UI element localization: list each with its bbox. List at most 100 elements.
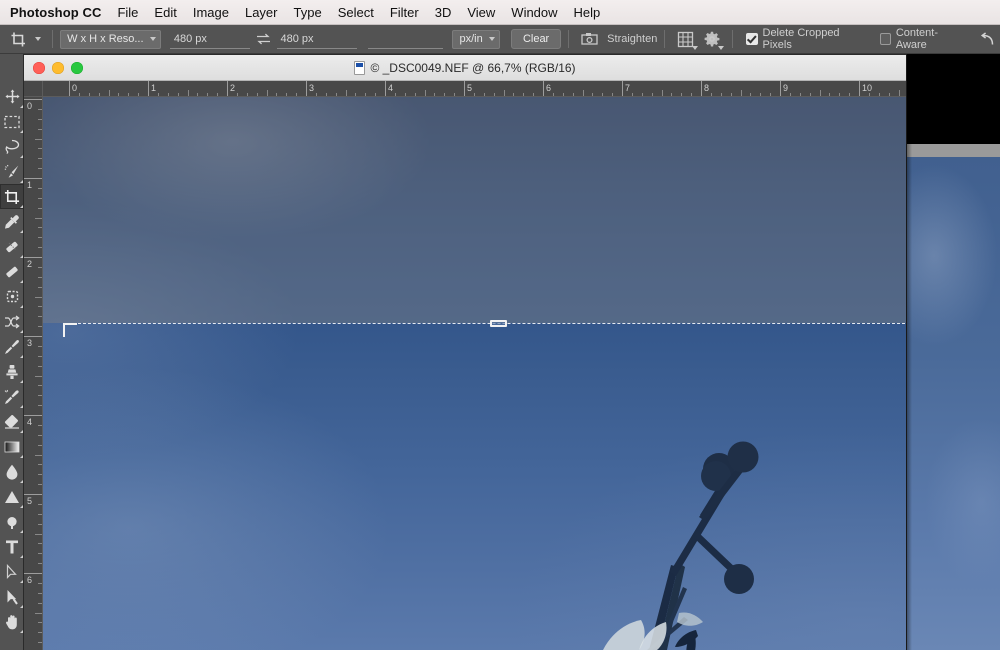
ruler-tick-label: 5 (27, 496, 33, 506)
gradient-tool[interactable] (0, 434, 24, 459)
menu-item-edit[interactable]: Edit (154, 5, 176, 20)
patch-tool[interactable] (0, 284, 24, 309)
quick-selection-tool[interactable] (0, 159, 24, 184)
menu-item-view[interactable]: View (467, 5, 495, 20)
tool-menu-triangle-icon (20, 280, 23, 283)
brush-tool[interactable] (0, 259, 24, 284)
crop-resolution-input[interactable] (368, 29, 444, 49)
ruler-tick-label: 2 (27, 259, 33, 269)
menu-item-help[interactable]: Help (574, 5, 601, 20)
crop-handle-top-center[interactable] (490, 320, 507, 327)
window-controls (33, 62, 83, 74)
menu-item-file[interactable]: File (117, 5, 138, 20)
crop-tool[interactable] (0, 184, 24, 209)
content-aware-checkbox[interactable]: Content-Aware (879, 27, 964, 51)
ruler-tick-label: 4 (27, 417, 33, 427)
shape-tool[interactable] (0, 584, 24, 609)
shuffle-tool[interactable] (0, 309, 24, 334)
ruler-tick-label: 3 (309, 83, 315, 93)
delete-cropped-pixels-checkbox[interactable]: Delete Cropped Pixels (746, 27, 864, 51)
eyedropper-tool[interactable] (0, 209, 24, 234)
divider (52, 30, 54, 48)
crop-preset-dropdown[interactable]: W x H x Reso... (60, 29, 161, 49)
tool-menu-triangle-icon (20, 155, 23, 158)
photoshop-window: Photoshop CC File Edit Image Layer Type … (0, 0, 1000, 650)
lasso-tool[interactable] (0, 134, 24, 159)
ruler-tick-label: 9 (783, 83, 789, 93)
document-window: © _DSC0049.NEF @ 66,7% (RGB/16) 0 1 2 3 4 5 6 7… (24, 55, 906, 650)
resolution-unit-dropdown[interactable]: px/in (452, 29, 500, 49)
menu-item-filter[interactable]: Filter (390, 5, 419, 20)
tool-menu-triangle-icon (20, 205, 23, 208)
ruler-tick-label: 6 (27, 575, 33, 585)
straighten-label[interactable]: Straighten (607, 33, 657, 45)
tool-menu-triangle-icon (20, 230, 23, 233)
tools-panel (0, 54, 24, 650)
clear-button[interactable]: Clear (510, 29, 562, 49)
zoom-button[interactable] (71, 62, 83, 74)
crop-width-input[interactable]: 480 px (169, 29, 251, 49)
ruler-tick-label: 10 (862, 83, 873, 93)
grid-overlay-icon[interactable] (672, 25, 699, 54)
tool-menu-triangle-icon (20, 530, 23, 533)
ruler-tick-label: 2 (230, 83, 236, 93)
tool-menu-triangle-icon (20, 455, 23, 458)
paintbrush-tool[interactable] (0, 334, 24, 359)
menu-item-select[interactable]: Select (338, 5, 374, 20)
menu-item-type[interactable]: Type (294, 5, 322, 20)
menu-item-3d[interactable]: 3D (435, 5, 452, 20)
ruler-tick-label: 4 (388, 83, 394, 93)
ruler-tick-label: 1 (151, 83, 157, 93)
tool-menu-triangle-icon (20, 505, 23, 508)
hand-tool[interactable] (0, 609, 24, 634)
crop-top-edge[interactable] (63, 323, 906, 324)
blur-tool[interactable] (0, 459, 24, 484)
divider (732, 30, 734, 48)
eraser-tool[interactable] (0, 409, 24, 434)
vertical-ruler[interactable]: 01234567 (24, 97, 43, 650)
horizontal-ruler[interactable]: 0 1 2 3 4 5 6 7 8 9 10 (43, 81, 906, 97)
document-title: © _DSC0049.NEF @ 66,7% (RGB/16) (354, 60, 576, 75)
ruler-tick-label: 0 (72, 83, 78, 93)
menu-item-image[interactable]: Image (193, 5, 229, 20)
divider (664, 30, 666, 48)
document-title-bar[interactable]: © _DSC0049.NEF @ 66,7% (RGB/16) (24, 55, 906, 81)
tool-menu-triangle-icon (20, 305, 23, 308)
straighten-icon[interactable] (576, 25, 603, 54)
crop-height-input[interactable]: 480 px (276, 29, 358, 49)
tool-menu-triangle-icon (20, 355, 23, 358)
swap-arrows-icon[interactable] (250, 33, 276, 45)
menu-item-layer[interactable]: Layer (245, 5, 278, 20)
marquee-tool[interactable] (0, 109, 24, 134)
crop-tool-icon[interactable] (6, 25, 30, 54)
close-button[interactable] (33, 62, 45, 74)
gear-icon[interactable] (699, 25, 725, 54)
reset-arrow-icon[interactable] (973, 25, 1000, 54)
image-canvas[interactable] (43, 97, 906, 650)
history-brush-tool[interactable] (0, 384, 24, 409)
tool-menu-triangle-icon (20, 130, 23, 133)
pen-tool[interactable] (0, 509, 24, 534)
ruler-tick-label: 7 (625, 83, 631, 93)
menu-app-name[interactable]: Photoshop CC (10, 5, 101, 20)
spot-healing-tool[interactable] (0, 234, 24, 259)
dodge-tool[interactable] (0, 484, 24, 509)
window-shadow (906, 54, 912, 650)
tool-preset-chevron-icon[interactable] (30, 25, 45, 54)
ruler-tick-label: 0 (27, 101, 33, 111)
menu-bar: Photoshop CC File Edit Image Layer Type … (0, 0, 1000, 25)
ruler-corner[interactable] (24, 81, 43, 97)
canvas-area[interactable] (43, 97, 906, 650)
move-tool[interactable] (0, 84, 24, 109)
menu-item-window[interactable]: Window (511, 5, 557, 20)
resolution-unit-label: px/in (459, 33, 483, 45)
ruler-tick-label: 1 (27, 180, 33, 190)
document-icon (354, 60, 366, 75)
minimize-button[interactable] (52, 62, 64, 74)
type-tool[interactable] (0, 534, 24, 559)
ruler-tick-label: 6 (546, 83, 552, 93)
crop-preset-label: W x H x Reso... (67, 33, 144, 45)
clone-stamp-tool[interactable] (0, 359, 24, 384)
path-selection-tool[interactable] (0, 559, 24, 584)
crop-handle-top-left[interactable] (63, 323, 77, 337)
